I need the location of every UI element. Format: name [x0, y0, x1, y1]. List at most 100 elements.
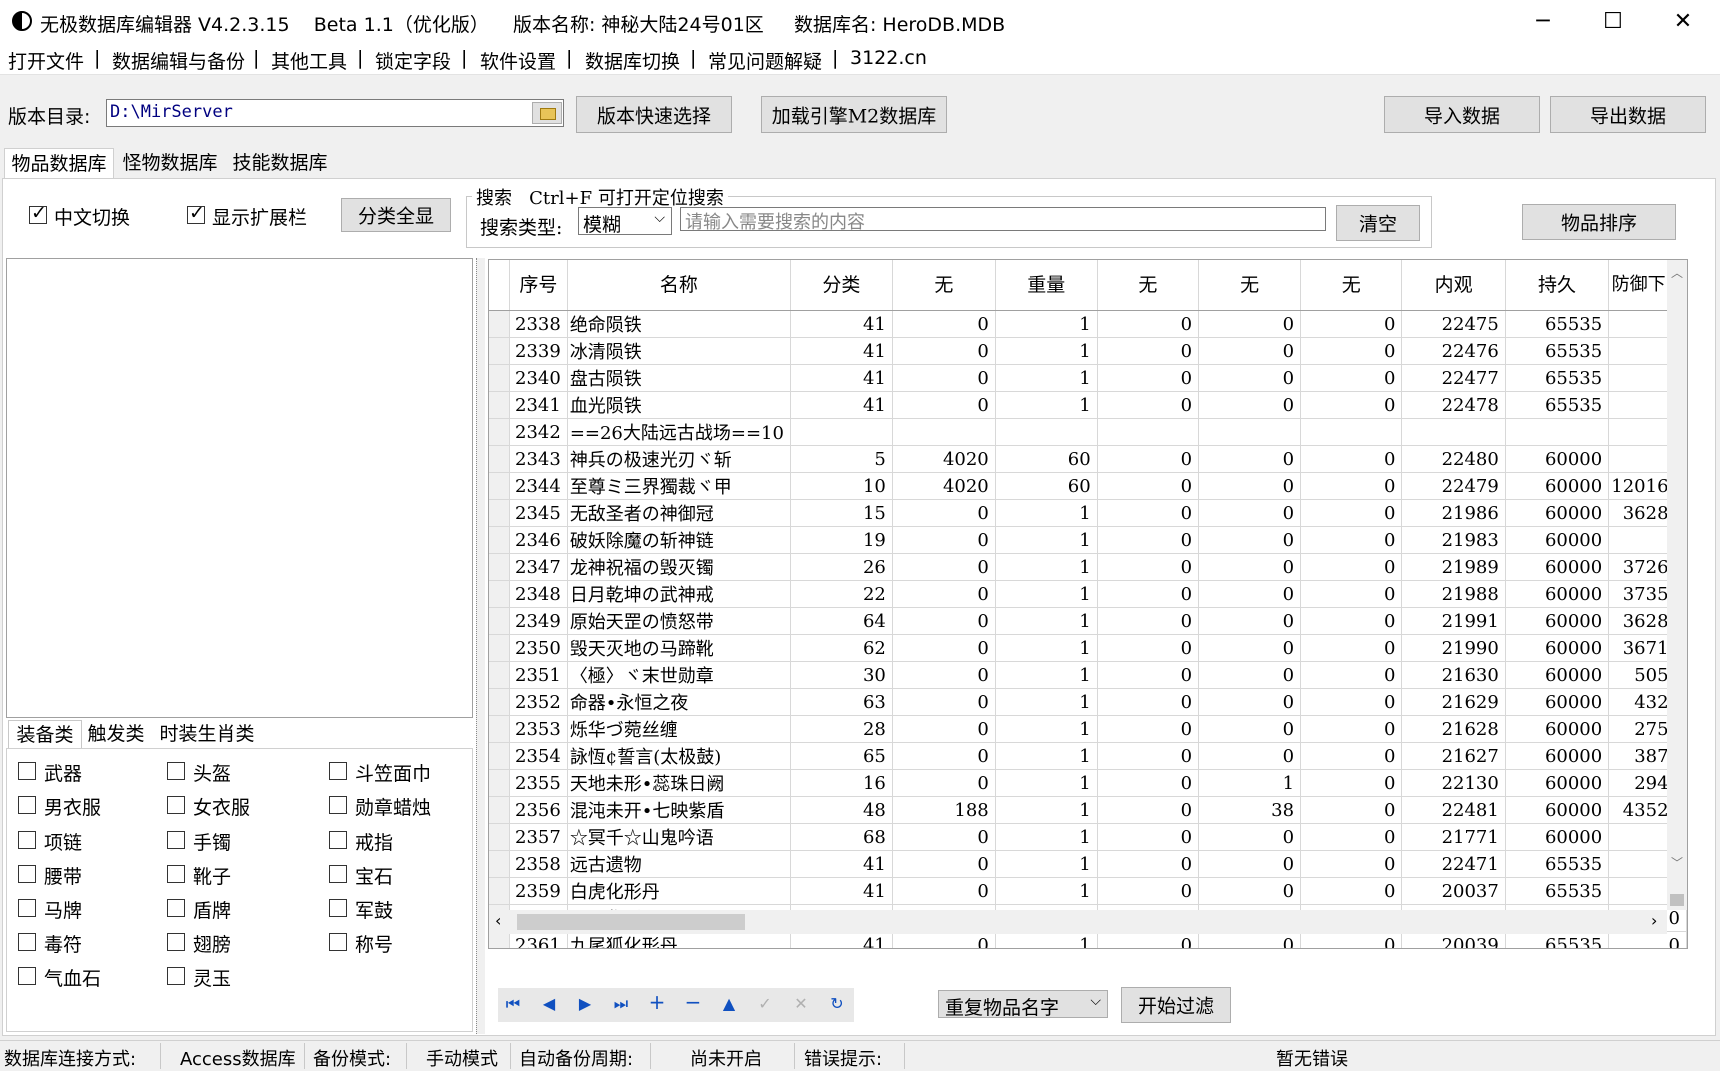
col-header-looks[interactable]: 内观: [1401, 260, 1506, 311]
cell-weight[interactable]: 1: [995, 823, 1098, 851]
cell-name[interactable]: 至尊ミ三界獨裁ヾ甲: [567, 472, 791, 500]
cell-none-1[interactable]: 188: [892, 796, 996, 824]
cell-durability[interactable]: 60000: [1505, 715, 1610, 743]
cell-name[interactable]: 盘古陨铁: [567, 364, 791, 392]
export-button[interactable]: 导出数据: [1550, 96, 1706, 133]
cell-none-1[interactable]: 0: [892, 877, 996, 905]
cell-name[interactable]: 血光陨铁: [567, 391, 791, 419]
col-header-none-4[interactable]: 无: [1300, 260, 1403, 311]
cell-none-1[interactable]: 0: [892, 742, 996, 770]
table-row[interactable]: 2345 无敌圣者の神御冠 15 0 1 0 0 0 21986 60000 36289: [489, 499, 1687, 527]
search-type-select[interactable]: 模糊 ⌵: [578, 207, 672, 236]
cell-category[interactable]: 10: [790, 472, 893, 500]
cell-none-4[interactable]: 0: [1300, 850, 1403, 878]
cell-category[interactable]: 19: [790, 526, 893, 554]
cell-id[interactable]: 2348: [509, 580, 568, 608]
clear-button[interactable]: 清空: [1336, 205, 1420, 241]
table-row[interactable]: 2359白虎化形丹410100020037655350: [489, 877, 1687, 905]
row-indicator[interactable]: [489, 796, 510, 824]
cell-none-3[interactable]: 0: [1198, 364, 1302, 392]
prev-record-icon[interactable]: ◀: [534, 994, 564, 1013]
cell-none-1[interactable]: 0: [892, 661, 996, 689]
cell-none-4[interactable]: 0: [1300, 364, 1403, 392]
cell-none-3[interactable]: 0: [1198, 634, 1302, 662]
cell-none-1[interactable]: 0: [892, 931, 996, 948]
cell-name[interactable]: ☆冥千☆山鬼吟语: [567, 823, 791, 851]
cell-weight[interactable]: 1: [995, 310, 1098, 338]
cell-looks[interactable]: 22130: [1401, 769, 1506, 797]
scroll-left-icon[interactable]: ‹: [495, 911, 501, 930]
checkbox[interactable]: [167, 933, 185, 951]
row-indicator[interactable]: [489, 634, 510, 662]
menu-software-settings[interactable]: 软件设置: [480, 47, 556, 74]
edit-record-icon[interactable]: ▲: [714, 994, 744, 1013]
cell-looks[interactable]: 20037: [1401, 877, 1506, 905]
cell-weight[interactable]: 1: [995, 499, 1098, 527]
table-row[interactable]: 2349 原始天罡の愤怒带 64 0 1 0 0 0 21991 60000 36289: [489, 607, 1687, 635]
cell-name[interactable]: 神兵の极速光刃ヾ斩: [567, 445, 791, 473]
filter-type-select[interactable]: 重复物品名字 ⌵: [938, 990, 1108, 1019]
cell-none-1[interactable]: 0: [892, 580, 996, 608]
cell-name[interactable]: 白虎化形丹: [567, 877, 791, 905]
cell-none-1[interactable]: 0: [892, 688, 996, 716]
cell-none-3[interactable]: 0: [1198, 931, 1302, 948]
cell-durability[interactable]: 65535: [1505, 877, 1610, 905]
cell-id[interactable]: 2340: [509, 364, 568, 392]
cell-weight[interactable]: 1: [995, 796, 1098, 824]
cell-none-4[interactable]: 0: [1300, 310, 1403, 338]
cell-none-2[interactable]: [1097, 418, 1200, 446]
checkbox[interactable]: [167, 899, 185, 917]
checkbox[interactable]: [329, 796, 347, 814]
cell-none-4[interactable]: 0: [1300, 769, 1403, 797]
checkbox[interactable]: [18, 796, 36, 814]
table-row[interactable]: 2358远古遗物410100022471655350: [489, 850, 1687, 878]
cell-none-4[interactable]: 0: [1300, 688, 1403, 716]
cell-weight[interactable]: 1: [995, 580, 1098, 608]
cell-none-4[interactable]: 0: [1300, 580, 1403, 608]
cell-durability[interactable]: 65535: [1505, 310, 1610, 338]
menu-other-tools[interactable]: 其他工具: [271, 47, 347, 74]
cell-looks[interactable]: 22481: [1401, 796, 1506, 824]
cell-durability[interactable]: 65535: [1505, 931, 1610, 948]
chinese-switch-checkbox[interactable]: [29, 202, 47, 224]
col-header-durability[interactable]: 持久: [1505, 260, 1610, 311]
cell-weight[interactable]: 1: [995, 607, 1098, 635]
cell-id[interactable]: 2351: [509, 661, 568, 689]
menu-data-edit-backup[interactable]: 数据编辑与备份: [112, 47, 245, 74]
tab-monsters[interactable]: 怪物数据库: [116, 148, 224, 178]
cell-none-3[interactable]: 0: [1198, 823, 1302, 851]
cell-none-1[interactable]: 4020: [892, 472, 996, 500]
cell-id[interactable]: 2354: [509, 742, 568, 770]
cell-name[interactable]: 混沌未开•七映紫盾: [567, 796, 791, 824]
table-row[interactable]: 2346破妖除魔の斩神链190100021983600000: [489, 526, 1687, 554]
checkbox[interactable]: [329, 831, 347, 849]
cell-weight[interactable]: 1: [995, 877, 1098, 905]
checkbox[interactable]: [18, 865, 36, 883]
row-indicator[interactable]: [489, 553, 510, 581]
cell-none-2[interactable]: 0: [1097, 931, 1200, 948]
tab-items[interactable]: 物品数据库: [4, 148, 114, 178]
menu-db-switch[interactable]: 数据库切换: [585, 47, 680, 74]
cell-none-4[interactable]: 0: [1300, 796, 1403, 824]
cell-durability[interactable]: 60000: [1505, 472, 1610, 500]
row-indicator[interactable]: [489, 688, 510, 716]
cell-durability[interactable]: 60000: [1505, 553, 1610, 581]
cell-durability[interactable]: 60000: [1505, 607, 1610, 635]
cell-looks[interactable]: 22479: [1401, 472, 1506, 500]
col-header-weight[interactable]: 重量: [995, 260, 1098, 311]
close-button[interactable]: ✕: [1648, 0, 1718, 44]
cell-id[interactable]: 2342: [509, 418, 568, 446]
cell-none-4[interactable]: [1300, 418, 1403, 446]
cell-weight[interactable]: 1: [995, 688, 1098, 716]
cell-none-4[interactable]: 0: [1300, 499, 1403, 527]
table-row[interactable]: 2355 天地未形•蕊珠日阙 16 0 1 0 1 0 22130 60000 2949: [489, 769, 1687, 797]
cell-name[interactable]: 冰清陨铁: [567, 337, 791, 365]
row-indicator[interactable]: [489, 391, 510, 419]
row-indicator[interactable]: [489, 526, 510, 554]
cell-none-4[interactable]: 0: [1300, 742, 1403, 770]
cell-category[interactable]: 48: [790, 796, 893, 824]
cell-weight[interactable]: 1: [995, 526, 1098, 554]
cell-id[interactable]: 2355: [509, 769, 568, 797]
item-tree-panel[interactable]: [6, 258, 473, 718]
cell-looks[interactable]: 22476: [1401, 337, 1506, 365]
